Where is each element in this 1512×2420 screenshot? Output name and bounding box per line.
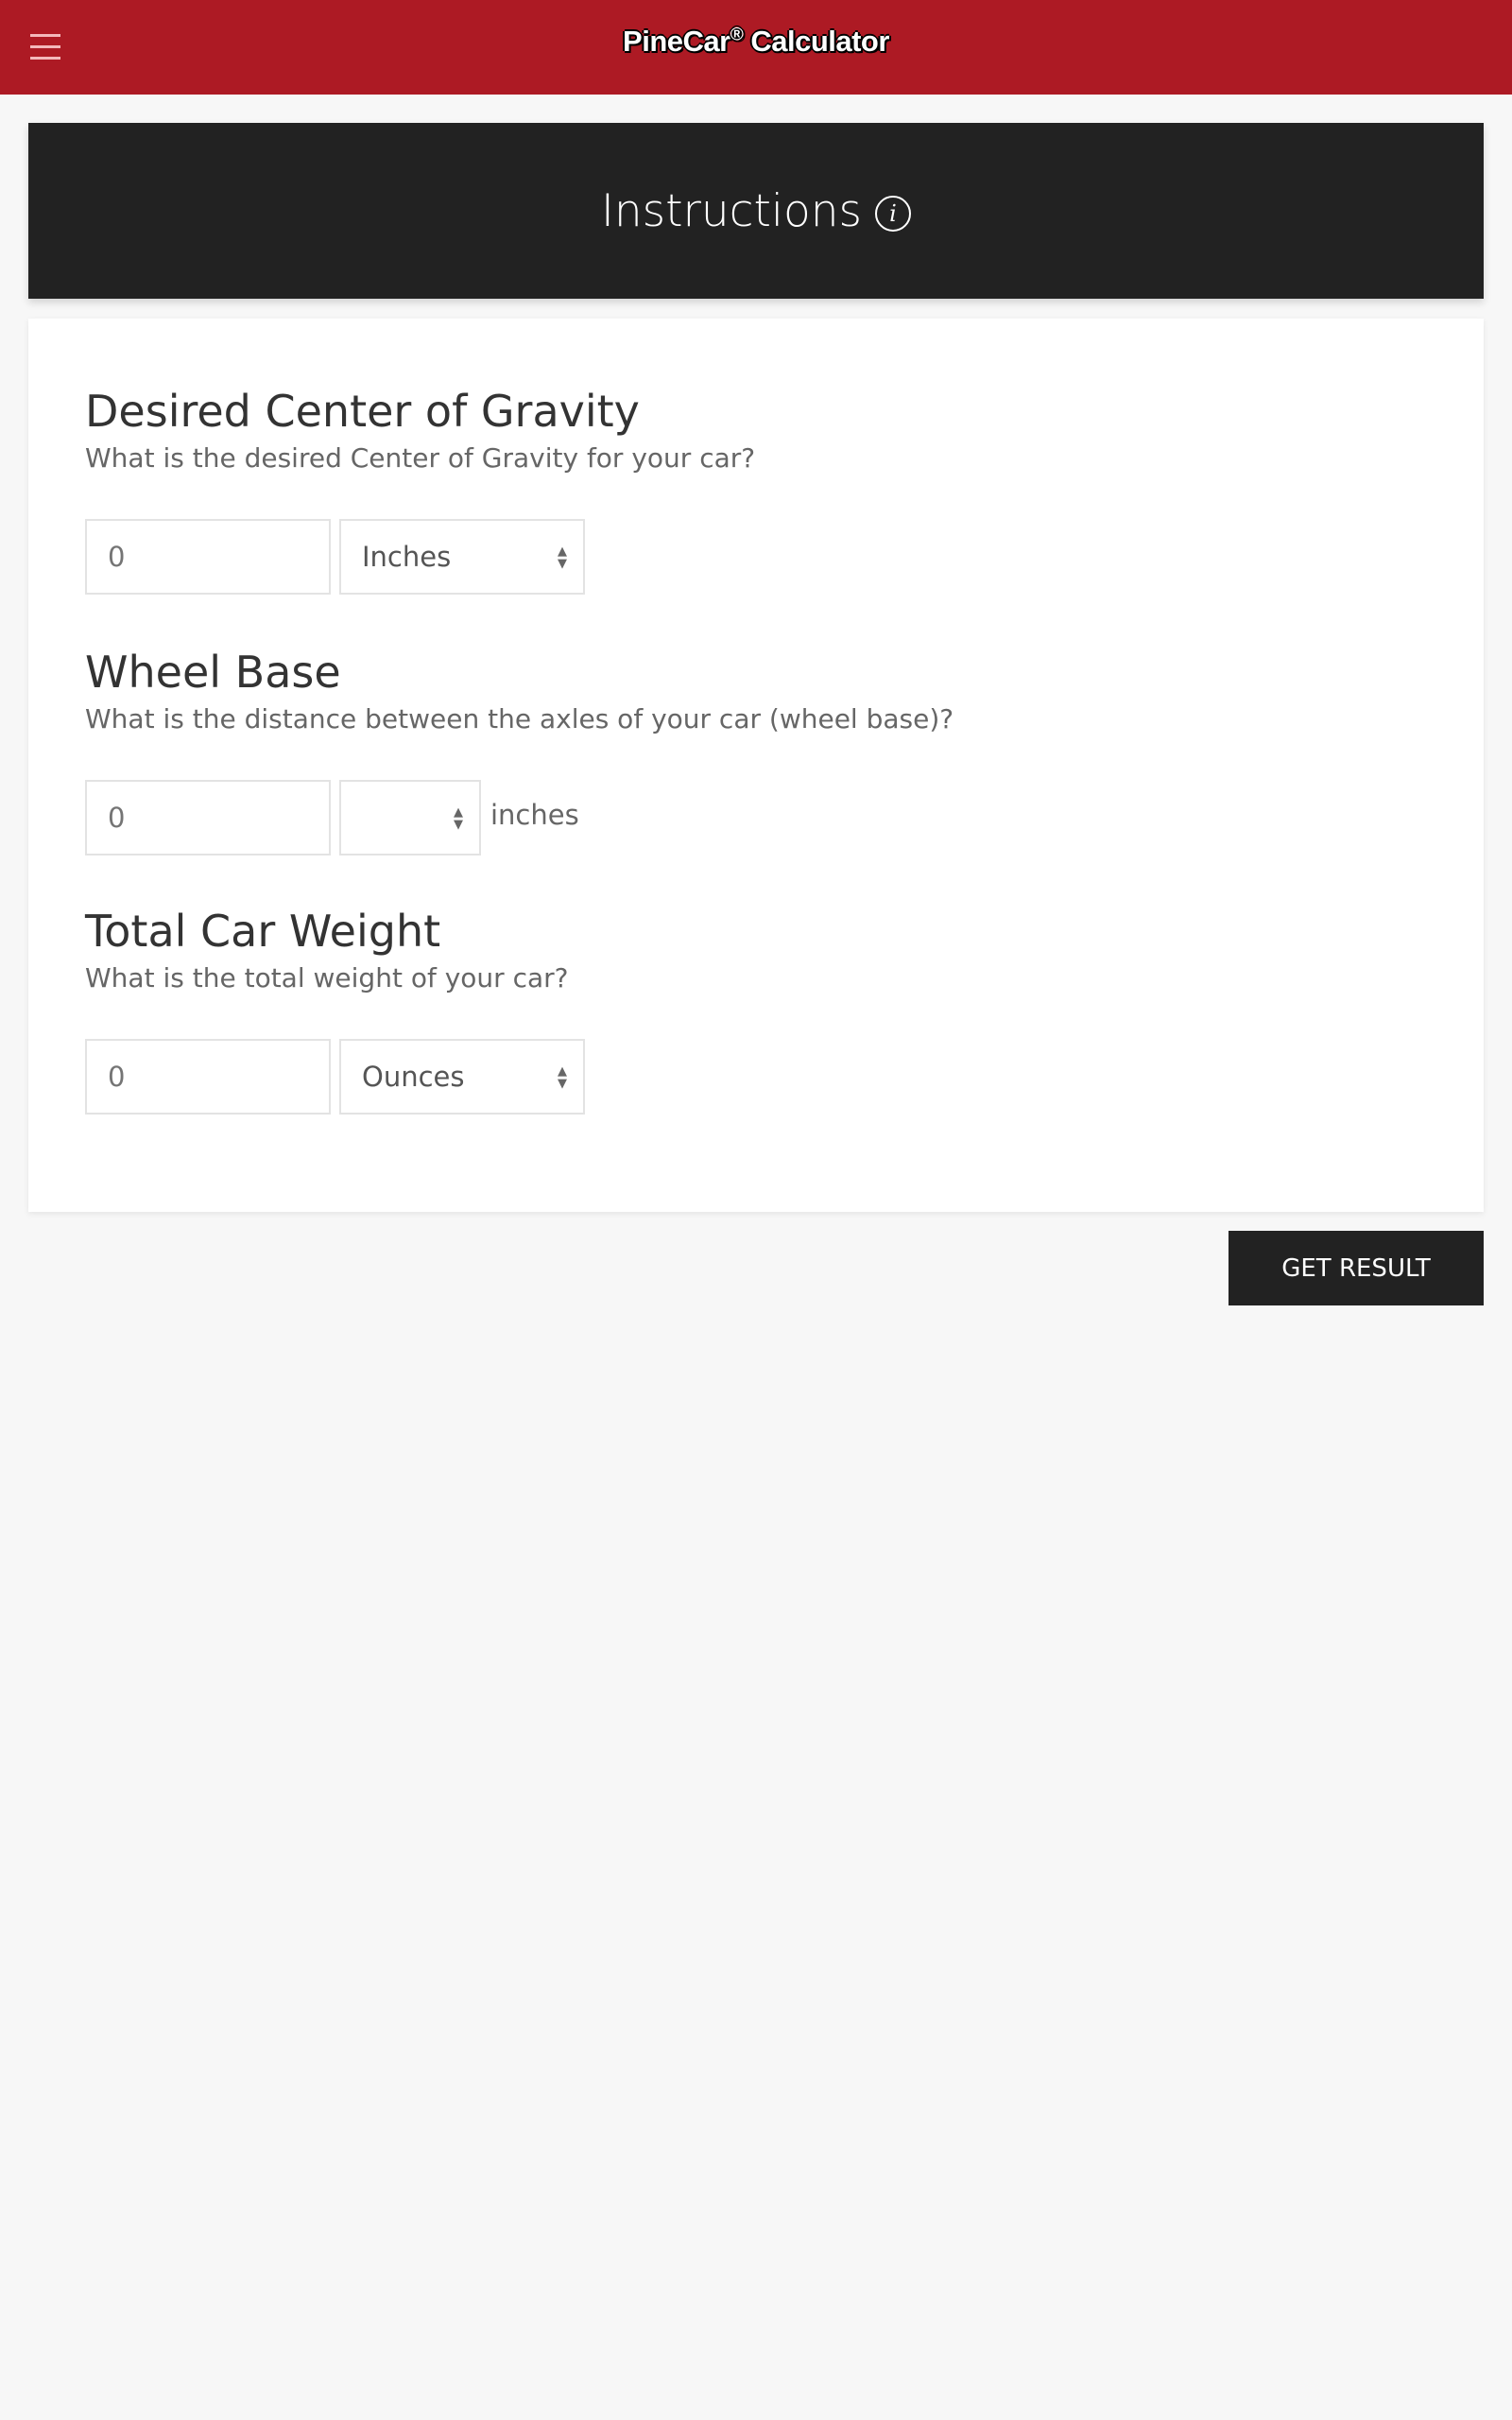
section-question: What is the total weight of your car?	[85, 962, 569, 994]
instructions-label: Instructions	[600, 184, 863, 237]
registered-mark: ®	[730, 25, 744, 45]
info-icon: i	[875, 196, 912, 232]
select-arrows-icon: ▲ ▼	[558, 544, 567, 571]
center-of-gravity-unit-select[interactable]: Inches ▲ ▼	[339, 519, 585, 595]
calculator-form: Desired Center of Gravity What is the de…	[28, 319, 1484, 1212]
section-total-weight: Total Car Weight What is the total weigh…	[85, 905, 585, 1115]
section-title: Wheel Base	[85, 647, 341, 698]
total-weight-input[interactable]	[85, 1039, 331, 1115]
total-weight-unit-select[interactable]: Ounces ▲ ▼	[339, 1039, 585, 1115]
get-result-button[interactable]: GET RESULT	[1228, 1231, 1484, 1305]
section-wheel-base: Wheel Base What is the distance between …	[85, 646, 954, 856]
top-bar: PineCar® Calculator	[0, 0, 1512, 95]
section-question: What is the desired Center of Gravity fo…	[85, 442, 756, 474]
instructions-button[interactable]: Instructions i	[28, 123, 1484, 299]
center-of-gravity-input[interactable]	[85, 519, 331, 595]
section-question: What is the distance between the axles o…	[85, 703, 954, 735]
title-suffix: Calculator	[743, 25, 889, 58]
select-value: Inches	[362, 541, 452, 573]
app-title: PineCar® Calculator	[0, 25, 1512, 59]
wheel-base-fraction-select[interactable]: ▲ ▼	[339, 780, 481, 856]
select-arrows-icon: ▲ ▼	[558, 1064, 567, 1091]
select-arrows-icon: ▲ ▼	[454, 805, 463, 832]
wheel-base-input[interactable]	[85, 780, 331, 856]
title-text: PineCar	[623, 25, 730, 58]
section-title: Total Car Weight	[85, 906, 441, 957]
section-title: Desired Center of Gravity	[85, 386, 640, 437]
select-value: Ounces	[362, 1061, 465, 1093]
wheel-base-unit-label: inches	[490, 799, 579, 831]
section-center-of-gravity: Desired Center of Gravity What is the de…	[85, 385, 755, 595]
